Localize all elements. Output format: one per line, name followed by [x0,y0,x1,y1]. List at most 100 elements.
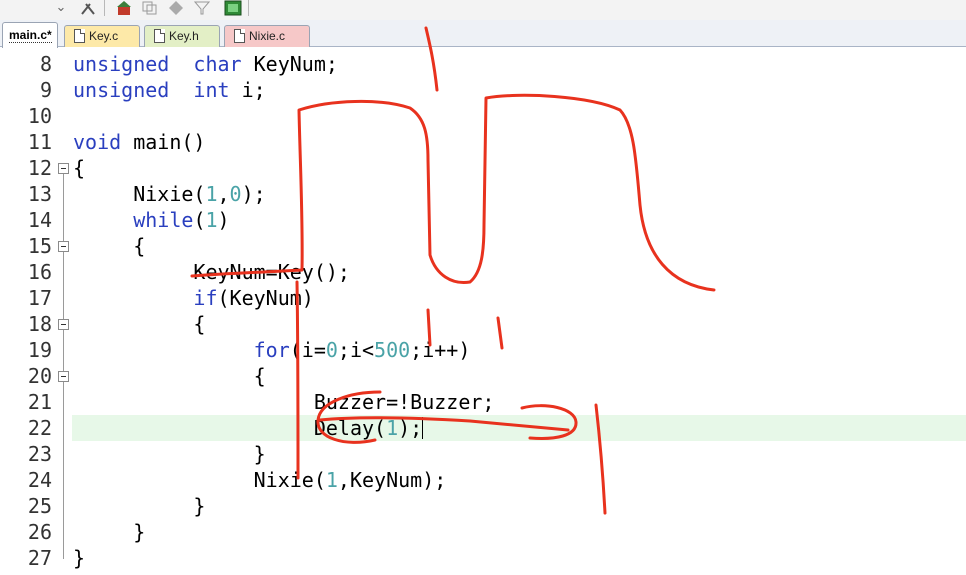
code-line[interactable]: 24 Nixie(1,KeyNum); [0,467,966,493]
keyword-token: char [193,52,242,76]
code-token: KeyNum; [241,52,338,76]
line-number: 13 [27,182,52,206]
line-number: 16 [27,260,52,284]
copy-icon[interactable] [140,0,160,16]
keyword-token: void [73,130,122,154]
code-token: , [217,182,230,206]
line-number: 19 [27,338,52,362]
number-token: 500 [374,338,411,362]
build-icon[interactable] [114,0,134,16]
tab-main-c[interactable]: main.c* [2,22,58,48]
code-line[interactable]: 11 void main() [0,129,966,155]
file-tab-bar: main.c* Key.c Key.h Nixie.c [0,20,966,48]
tools-icon[interactable] [78,0,98,16]
dropdown-arrow-icon[interactable]: ⌄ [52,0,70,16]
code-line[interactable]: 17 if(KeyNum) [0,285,966,311]
code-line[interactable]: 16 KeyNum=Key(); [0,259,966,285]
line-number: 23 [27,442,52,466]
line-number: 18 [27,312,52,336]
code-line[interactable]: 20 { [0,363,966,389]
code-line[interactable]: 25 } [0,493,966,519]
code-token: } [73,494,206,518]
code-token: { [73,364,266,388]
code-line[interactable]: 19 for(i=0;i<500;i++) [0,337,966,363]
code-line[interactable]: 9 unsigned int i; [0,77,966,103]
number-token: 0 [229,182,242,206]
line-number: 24 [27,468,52,492]
code-token: } [73,546,86,570]
code-token: } [73,442,266,466]
code-line[interactable]: 14 while(1) [0,207,966,233]
code-text: if(KeyNum) [73,285,314,311]
line-number: 20 [27,364,52,388]
code-text: } [73,545,85,571]
text-caret [421,417,423,439]
code-token: Delay( [73,416,387,440]
filter-icon[interactable] [192,0,212,16]
code-text: { [73,155,85,181]
code-line[interactable]: 22 Delay(1); [0,415,966,441]
tab-label: main.c* [9,28,52,43]
code-token: { [73,156,86,180]
code-line[interactable]: 23 } [0,441,966,467]
code-line[interactable]: 27} [0,545,966,571]
code-token: main() [121,130,206,154]
code-text: Nixie(1,KeyNum); [73,467,447,493]
number-token: 0 [325,338,338,362]
code-token: ) [217,208,230,232]
code-token: KeyNum=Key(); [73,260,350,284]
code-line[interactable]: 15 { [0,233,966,259]
tab-key-c[interactable]: Key.c [64,25,140,47]
toolbar: ⌄ [0,0,966,20]
code-token: ); [241,182,266,206]
code-token: Nixie( [73,182,206,206]
number-token: 1 [205,208,218,232]
code-text: void main() [73,129,205,155]
code-line[interactable]: 26 } [0,519,966,545]
tab-key-h[interactable]: Key.h [144,25,220,47]
file-icon [154,29,165,43]
code-line[interactable]: 13 Nixie(1,0); [0,181,966,207]
code-line[interactable]: 8 unsigned char KeyNum; [0,51,966,77]
number-token: 1 [386,416,399,440]
keyword-token: int [193,78,230,102]
code-text: unsigned char KeyNum; [73,51,338,77]
line-number: 25 [27,494,52,518]
code-line[interactable]: 18 { [0,311,966,337]
code-editor[interactable]: 8 unsigned char KeyNum; 9 unsigned int i; 10… [0,48,966,575]
code-text: { [73,311,205,337]
code-token: (i= [289,338,326,362]
code-token: ,KeyNum); [337,468,447,492]
code-token: ;i++) [410,338,471,362]
line-number: 14 [27,208,52,232]
keyword-token: unsigned [73,52,170,76]
code-line[interactable]: 21 Buzzer=!Buzzer; [0,389,966,415]
code-token: Nixie( [73,468,326,492]
code-text: unsigned int i; [73,77,266,103]
code-text: Buzzer=!Buzzer; [73,389,495,415]
tab-label: Nixie.c [249,29,286,43]
code-text: KeyNum=Key(); [73,259,350,285]
line-number: 12 [27,156,52,180]
tab-nixie-c[interactable]: Nixie.c [224,25,310,47]
code-token: (KeyNum) [217,286,314,310]
code-token: { [73,234,146,258]
line-number: 9 [39,78,52,102]
number-token: 1 [205,182,218,206]
keyword-token: if [193,286,218,310]
code-line[interactable]: 10 [0,103,966,129]
number-token: 1 [325,468,338,492]
settings-icon[interactable] [166,0,186,16]
code-text: } [73,493,205,519]
file-icon [74,29,85,43]
code-text: Nixie(1,0); [73,181,266,207]
debug-icon[interactable] [222,0,244,16]
file-icon [234,29,245,43]
code-line[interactable]: 12 { [0,155,966,181]
line-number: 27 [27,546,52,570]
